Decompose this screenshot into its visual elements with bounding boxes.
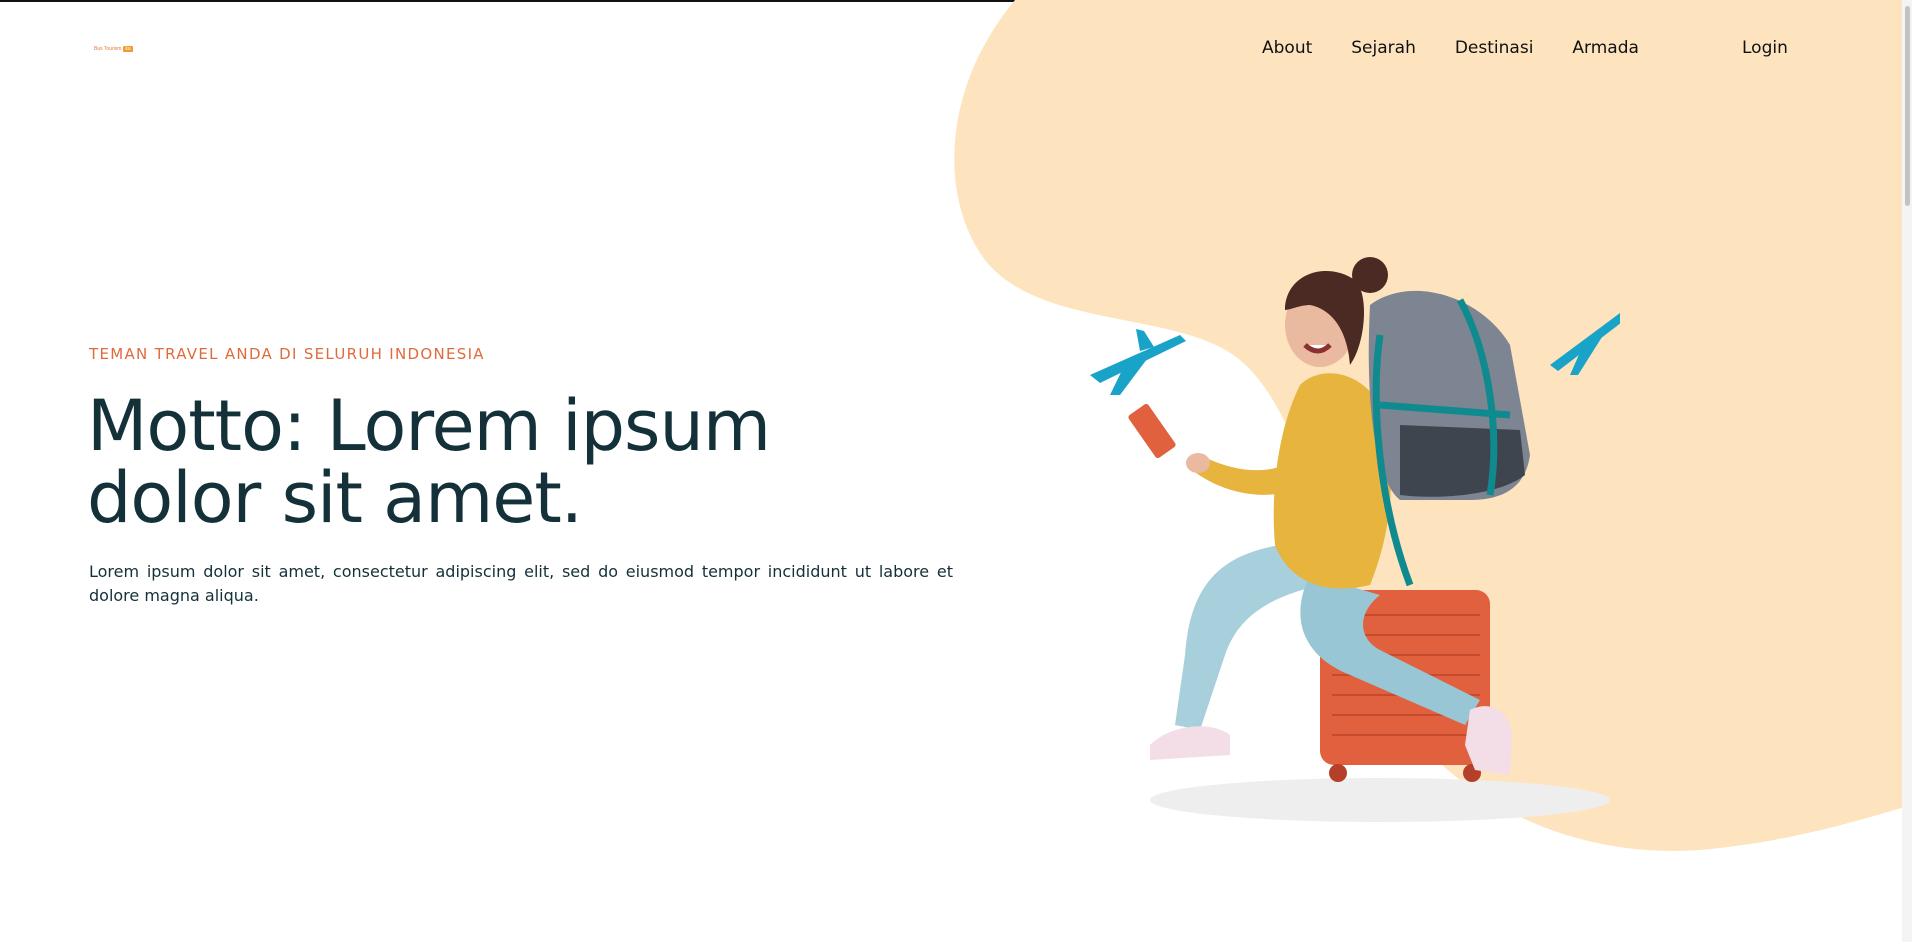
brand-name: Bus Tourism xyxy=(94,46,122,52)
main-nav: About Sejarah Destinasi Armada xyxy=(1262,38,1678,58)
brand-badge: ku xyxy=(123,46,133,52)
scrollbar-thumb[interactable] xyxy=(1905,6,1910,206)
nav-link-armada[interactable]: Armada xyxy=(1572,38,1639,58)
brand-logo[interactable]: Bus Tourism ku xyxy=(94,46,133,52)
hero-description: Lorem ipsum dolor sit amet, consectetur … xyxy=(89,562,953,605)
traveler-illustration xyxy=(1090,257,1620,822)
airplane-icon-left xyxy=(1090,329,1186,395)
hero-title-line-1: Motto: Lorem ipsum xyxy=(87,385,771,467)
page-scrollbar[interactable] xyxy=(1902,0,1912,942)
airplane-icon-right xyxy=(1550,313,1620,375)
hero-eyebrow: TEMAN TRAVEL ANDA DI SELURUH INDONESIA xyxy=(89,345,485,363)
hero-title: Motto: Lorem ipsum dolor sit amet. xyxy=(87,390,947,534)
nav-link-about[interactable]: About xyxy=(1262,38,1312,58)
login-button[interactable]: Login xyxy=(1742,38,1788,58)
hero-title-line-2: dolor sit amet. xyxy=(87,457,583,539)
nav-link-destinasi[interactable]: Destinasi xyxy=(1455,38,1534,58)
nav-link-sejarah[interactable]: Sejarah xyxy=(1351,38,1416,58)
